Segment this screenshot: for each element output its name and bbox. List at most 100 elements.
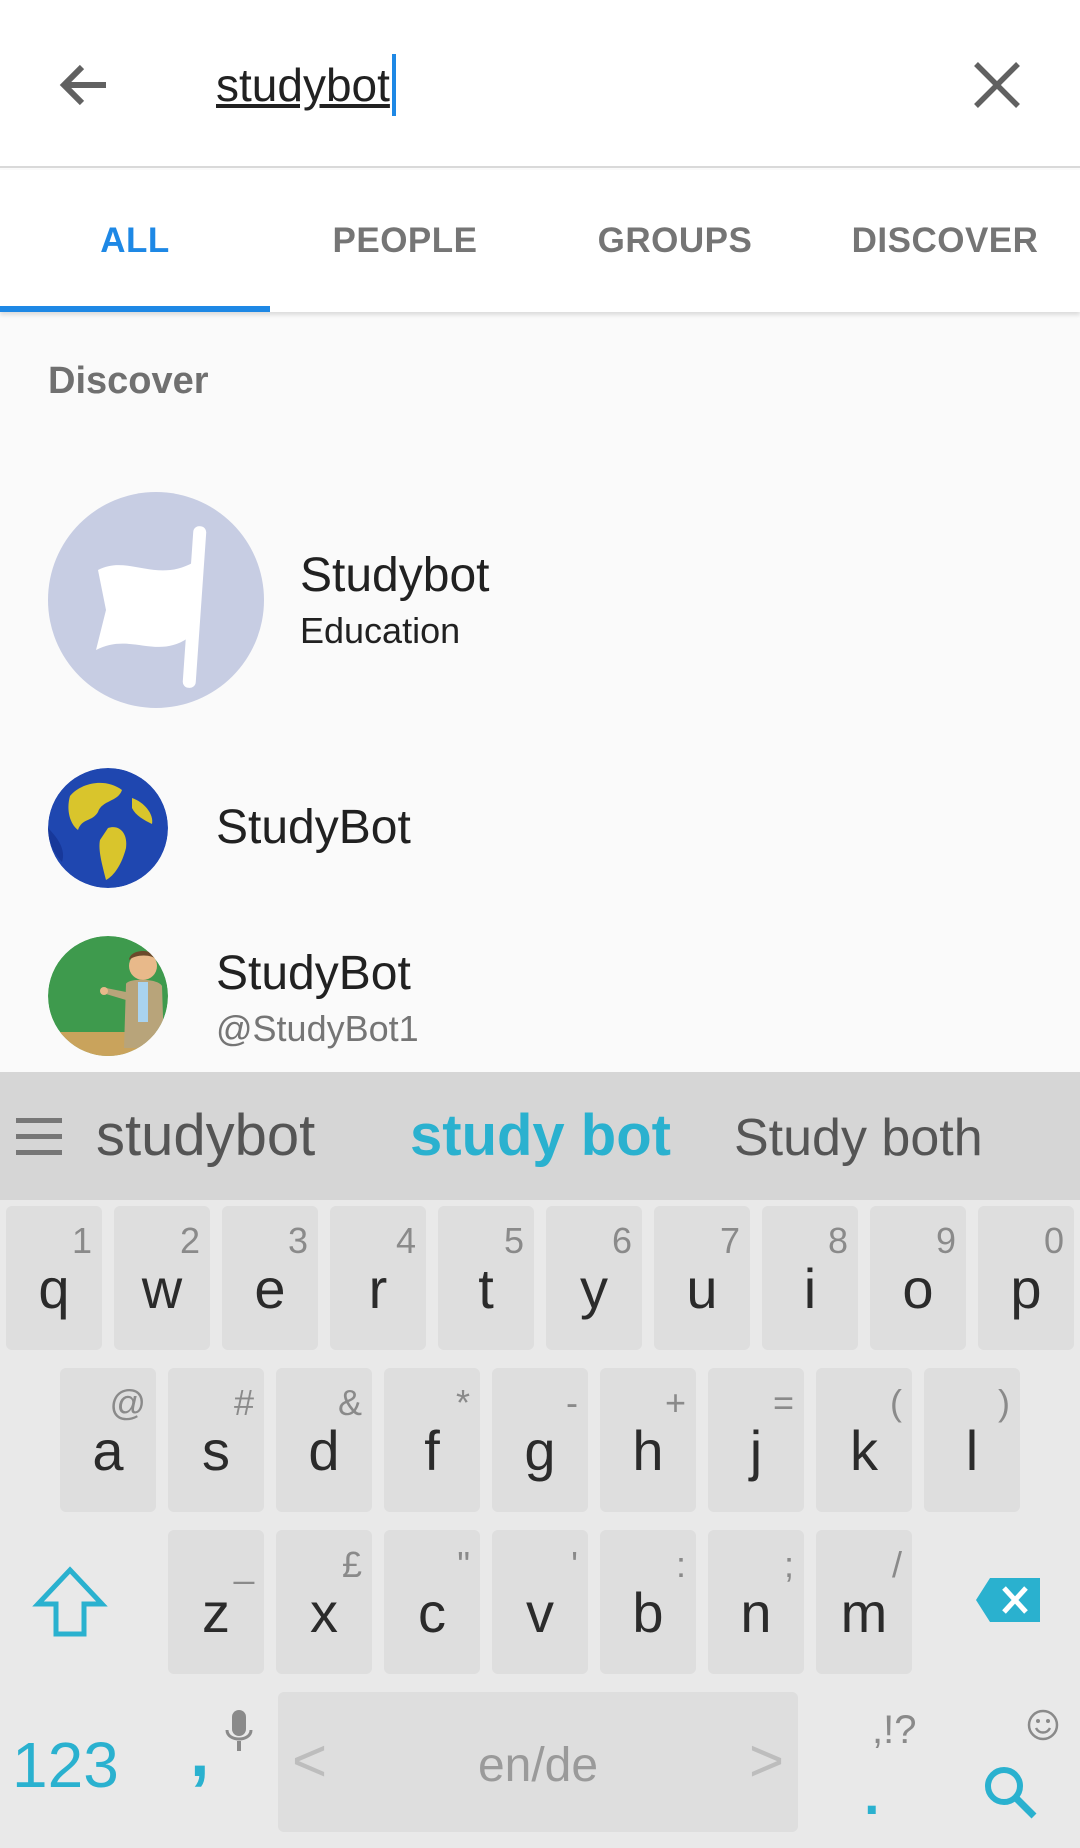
key-u[interactable]: 7u (654, 1206, 750, 1350)
key-x[interactable]: £ x (276, 1530, 372, 1674)
key-label: t (478, 1257, 494, 1320)
suggestion-bar: studybot study bot Study both (0, 1072, 1080, 1200)
search-query: studybot (216, 59, 390, 111)
key-t[interactable]: 5t (438, 1206, 534, 1350)
language-next-icon: > (748, 1727, 784, 1794)
back-arrow-icon (59, 64, 106, 106)
key-label: g (524, 1419, 556, 1482)
key-e[interactable]: 3e (222, 1206, 318, 1350)
key-i[interactable]: 8i (762, 1206, 858, 1350)
tab-groups[interactable]: GROUPS (540, 170, 810, 312)
shift-key[interactable] (30, 1562, 110, 1642)
key-label: o (902, 1257, 934, 1320)
suggestion-3[interactable]: Study both (734, 1108, 983, 1168)
comma-key[interactable]: , (190, 1712, 209, 1792)
result-category: Education (300, 610, 461, 651)
result-name: StudyBot (216, 801, 411, 854)
key-label: r (368, 1257, 388, 1320)
key-d[interactable]: & d (276, 1368, 372, 1512)
key-z[interactable]: _ z (168, 1530, 264, 1674)
tab-all[interactable]: ALL (0, 170, 270, 312)
key-r[interactable]: 4r (330, 1206, 426, 1350)
key-label: y (580, 1257, 608, 1320)
key-v[interactable]: ' v (492, 1530, 588, 1674)
key-label: l (965, 1419, 979, 1482)
key-c[interactable]: " c (384, 1530, 480, 1674)
avatar (48, 492, 264, 708)
key-l[interactable]: ) l (924, 1368, 1020, 1512)
key-h[interactable]: + h (600, 1368, 696, 1512)
on-screen-keyboard: studybot study bot Study both 1q 2w 3e 4… (0, 1072, 1080, 1848)
key-w[interactable]: 2w (114, 1206, 210, 1350)
key-label: k (850, 1419, 878, 1482)
key-p[interactable]: 0p (978, 1206, 1074, 1350)
search-bar: studybot (0, 0, 1080, 168)
key-label: h (632, 1419, 664, 1482)
space-key[interactable]: < en/de > (278, 1692, 798, 1832)
result-name: Studybot (300, 549, 490, 602)
discover-result[interactable]: Studybot Education (0, 490, 1080, 710)
suggestion-1[interactable]: studybot (96, 1102, 315, 1169)
key-label: j (749, 1419, 763, 1482)
backspace-icon (976, 1578, 1040, 1622)
key-j[interactable]: = j (708, 1368, 804, 1512)
avatar (48, 768, 168, 888)
key-k[interactable]: (k (816, 1368, 912, 1512)
search-icon[interactable] (980, 1762, 1040, 1822)
clear-search-button[interactable] (962, 50, 1032, 120)
key-label: f (424, 1419, 440, 1482)
search-tabs: ALL PEOPLE GROUPS DISCOVER (0, 170, 1080, 312)
key-label: s (202, 1419, 230, 1482)
key-g[interactable]: -g (492, 1368, 588, 1512)
key-o[interactable]: 9o (870, 1206, 966, 1350)
key-f[interactable]: * f (384, 1368, 480, 1512)
teacher-icon (48, 936, 168, 1056)
back-button[interactable] (50, 50, 120, 120)
tab-people[interactable]: PEOPLE (270, 170, 540, 312)
menu-icon[interactable] (16, 1116, 62, 1158)
search-input[interactable]: studybot (216, 50, 396, 120)
key-label: v (526, 1581, 554, 1644)
key-y[interactable]: 6y (546, 1206, 642, 1350)
key-label: d (308, 1419, 340, 1482)
key-label: q (38, 1257, 70, 1320)
microphone-icon (225, 1710, 253, 1751)
key-label: p (1010, 1257, 1042, 1320)
discover-result[interactable]: StudyBot (0, 768, 1080, 888)
key-label: n (740, 1581, 772, 1644)
numbers-key[interactable]: 123 (12, 1728, 119, 1802)
key-b[interactable]: :b (600, 1530, 696, 1674)
text-caret (391, 54, 396, 116)
globe-icon (48, 768, 168, 888)
discover-result[interactable]: StudyBot @StudyBot1 (0, 936, 1080, 1056)
key-label: x (310, 1581, 338, 1644)
key-m[interactable]: / m (816, 1530, 912, 1674)
key-q[interactable]: 1q (6, 1206, 102, 1350)
shift-arrow-icon (32, 1566, 108, 1637)
key-label: w (141, 1257, 183, 1320)
section-title-discover: Discover (48, 360, 209, 402)
app: studybot ALL PEOPLE GROUPS DISCOVER Disc… (0, 0, 1080, 1848)
result-handle: @StudyBot1 (216, 1008, 419, 1049)
punctuation-hint: ,!? (872, 1708, 917, 1752)
key-label: e (254, 1257, 286, 1320)
key-label: i (803, 1257, 817, 1320)
key-label: b (632, 1581, 664, 1644)
emoji-icon[interactable] (1026, 1708, 1060, 1742)
tab-discover[interactable]: DISCOVER (810, 170, 1080, 312)
avatar (48, 936, 168, 1056)
key-label: c (418, 1581, 446, 1644)
key-a[interactable]: @ a (60, 1368, 156, 1512)
delete-key[interactable] (976, 1576, 1042, 1624)
key-s[interactable]: # s (168, 1368, 264, 1512)
key-n[interactable]: ; n (708, 1530, 804, 1674)
space-language-label: en/de (477, 1739, 599, 1792)
result-name: StudyBot (216, 947, 411, 1000)
close-icon (974, 62, 1020, 108)
key-label: m (840, 1581, 888, 1644)
key-label: u (686, 1257, 718, 1320)
key-label: z (202, 1581, 230, 1644)
flag-icon (96, 526, 207, 688)
period-key[interactable]: . (864, 1762, 880, 1827)
suggestion-2[interactable]: study bot (410, 1102, 671, 1169)
